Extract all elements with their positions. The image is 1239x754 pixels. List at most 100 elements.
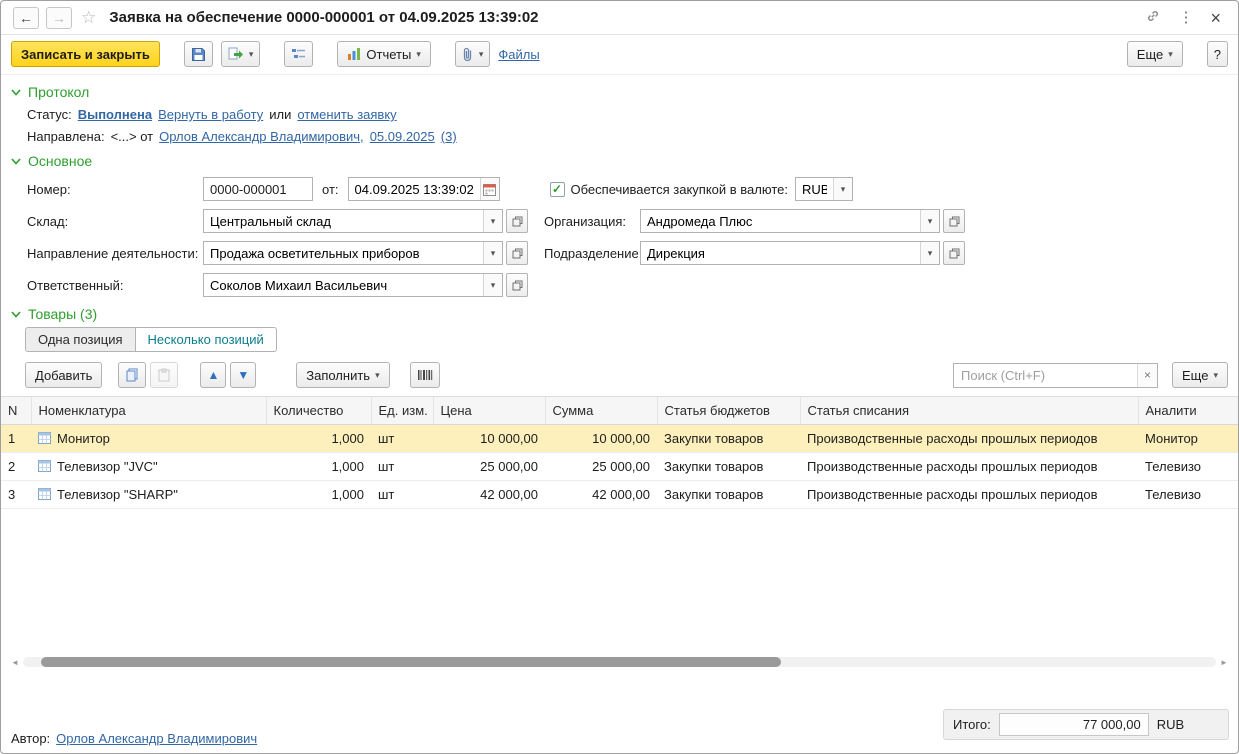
organization-open-button[interactable] (943, 209, 965, 233)
cell-n[interactable]: 3 (1, 480, 31, 508)
fill-button[interactable]: Заполнить ▾ (296, 362, 389, 388)
barcode-scanner-button[interactable] (410, 362, 440, 388)
copy-link-button[interactable] (1140, 6, 1166, 29)
more-button[interactable]: Еще ▾ (1127, 41, 1183, 67)
activity-dropdown-button[interactable]: ▾ (483, 242, 502, 264)
create-based-on-button[interactable]: ▾ (221, 41, 261, 67)
cell-analytics[interactable]: Монитор (1138, 424, 1238, 452)
reports-button[interactable]: Отчеты ▾ (337, 41, 430, 67)
responsible-field[interactable] (204, 274, 483, 296)
save-and-close-button[interactable]: Записать и закрыть (11, 41, 160, 67)
number-field[interactable] (203, 177, 313, 201)
organization-field[interactable] (641, 210, 920, 232)
activity-open-button[interactable] (506, 241, 528, 265)
organization-dropdown-button[interactable]: ▾ (920, 210, 939, 232)
activity-field[interactable] (204, 242, 483, 264)
directed-count-link[interactable]: (3) (441, 129, 457, 144)
cell-budget-item[interactable]: Закупки товаров (657, 452, 800, 480)
currency-dropdown-button[interactable]: ▾ (833, 178, 852, 200)
column-header-price[interactable]: Цена (433, 397, 545, 424)
tab-multiple-positions[interactable]: Несколько позиций (136, 327, 277, 352)
cell-writeoff-item[interactable]: Производственные расходы прошлых периодо… (800, 424, 1138, 452)
protocol-section-header[interactable]: Протокол (11, 84, 1228, 100)
column-header-nomenclature[interactable]: Номенклатура (31, 397, 266, 424)
goods-section-header[interactable]: Товары (3) (11, 306, 1228, 322)
table-row[interactable]: 2 Телевизор "JVC" 1,000 шт 25 000,00 25 … (1, 452, 1238, 480)
author-link[interactable]: Орлов Александр Владимирович (56, 731, 257, 746)
date-field[interactable] (349, 178, 480, 200)
cell-writeoff-item[interactable]: Производственные расходы прошлых периодо… (800, 452, 1138, 480)
currency-checkbox[interactable]: ✓ (550, 182, 565, 197)
save-button[interactable] (184, 41, 213, 67)
forward-button[interactable]: → (46, 7, 72, 29)
search-input[interactable] (954, 364, 1137, 387)
warehouse-dropdown-button[interactable]: ▾ (483, 210, 502, 232)
column-header-unit[interactable]: Ед. изм. (371, 397, 433, 424)
cell-quantity[interactable]: 1,000 (266, 452, 371, 480)
scrollbar-track[interactable] (23, 657, 1216, 667)
back-button[interactable]: ← (13, 7, 39, 29)
cell-n[interactable]: 1 (1, 424, 31, 452)
scroll-left-button[interactable]: ◄ (7, 658, 23, 667)
cell-analytics[interactable]: Телевизо (1138, 452, 1238, 480)
cell-budget-item[interactable]: Закупки товаров (657, 424, 800, 452)
cell-nomenclature[interactable]: Телевизор "SHARP" (31, 480, 266, 508)
scroll-right-button[interactable]: ► (1216, 658, 1232, 667)
subordination-structure-button[interactable] (284, 41, 313, 67)
copy-row-button[interactable] (118, 362, 146, 388)
status-value-link[interactable]: Выполнена (78, 107, 152, 122)
directed-date-link[interactable]: 05.09.2025 (370, 129, 435, 144)
column-header-n[interactable]: N (1, 397, 31, 424)
attachments-button[interactable]: ▾ (455, 41, 491, 67)
responsible-dropdown-button[interactable]: ▾ (483, 274, 502, 296)
close-button[interactable]: × (1205, 7, 1226, 29)
cell-analytics[interactable]: Телевизо (1138, 480, 1238, 508)
cell-quantity[interactable]: 1,000 (266, 480, 371, 508)
return-to-work-link[interactable]: Вернуть в работу (158, 107, 263, 122)
cell-sum[interactable]: 10 000,00 (545, 424, 657, 452)
column-header-sum[interactable]: Сумма (545, 397, 657, 424)
clear-search-button[interactable]: × (1137, 364, 1157, 387)
horizontal-scrollbar[interactable]: ◄ ► (7, 655, 1232, 669)
move-row-up-button[interactable]: ▲ (200, 362, 226, 388)
responsible-open-button[interactable] (506, 273, 528, 297)
favorite-star-icon[interactable]: ☆ (81, 8, 96, 28)
tab-single-position[interactable]: Одна позиция (25, 327, 136, 352)
cell-unit[interactable]: шт (371, 480, 433, 508)
goods-more-button[interactable]: Еще ▾ (1172, 362, 1228, 388)
cell-nomenclature[interactable]: Телевизор "JVC" (31, 452, 266, 480)
calendar-button[interactable] (480, 178, 499, 200)
column-header-budget-item[interactable]: Статья бюджетов (657, 397, 800, 424)
scrollbar-thumb[interactable] (41, 657, 781, 667)
table-row[interactable]: 1 Монитор 1,000 шт 10 000,00 10 000,00 З… (1, 424, 1238, 452)
directed-person-link[interactable]: Орлов Александр Владимирович, (159, 129, 364, 144)
column-header-analytics[interactable]: Аналити (1138, 397, 1238, 424)
add-row-button[interactable]: Добавить (25, 362, 102, 388)
cell-nomenclature[interactable]: Монитор (31, 424, 266, 452)
warehouse-field[interactable] (204, 210, 483, 232)
cell-n[interactable]: 2 (1, 452, 31, 480)
division-dropdown-button[interactable]: ▾ (920, 242, 939, 264)
column-header-quantity[interactable]: Количество (266, 397, 371, 424)
files-link[interactable]: Файлы (498, 47, 539, 62)
cell-price[interactable]: 25 000,00 (433, 452, 545, 480)
cell-budget-item[interactable]: Закупки товаров (657, 480, 800, 508)
cell-price[interactable]: 10 000,00 (433, 424, 545, 452)
help-button[interactable]: ? (1207, 41, 1228, 67)
cell-sum[interactable]: 42 000,00 (545, 480, 657, 508)
cell-writeoff-item[interactable]: Производственные расходы прошлых периодо… (800, 480, 1138, 508)
cell-unit[interactable]: шт (371, 424, 433, 452)
currency-field[interactable] (796, 178, 833, 200)
warehouse-open-button[interactable] (506, 209, 528, 233)
cell-unit[interactable]: шт (371, 452, 433, 480)
cell-sum[interactable]: 25 000,00 (545, 452, 657, 480)
cell-quantity[interactable]: 1,000 (266, 424, 371, 452)
division-open-button[interactable] (943, 241, 965, 265)
table-row[interactable]: 3 Телевизор "SHARP" 1,000 шт 42 000,00 4… (1, 480, 1238, 508)
main-section-header[interactable]: Основное (11, 153, 1228, 169)
kebab-menu-button[interactable]: ⋮ (1173, 8, 1198, 27)
cell-price[interactable]: 42 000,00 (433, 480, 545, 508)
move-row-down-button[interactable]: ▼ (230, 362, 256, 388)
division-field[interactable] (641, 242, 920, 264)
paste-row-button[interactable] (150, 362, 178, 388)
